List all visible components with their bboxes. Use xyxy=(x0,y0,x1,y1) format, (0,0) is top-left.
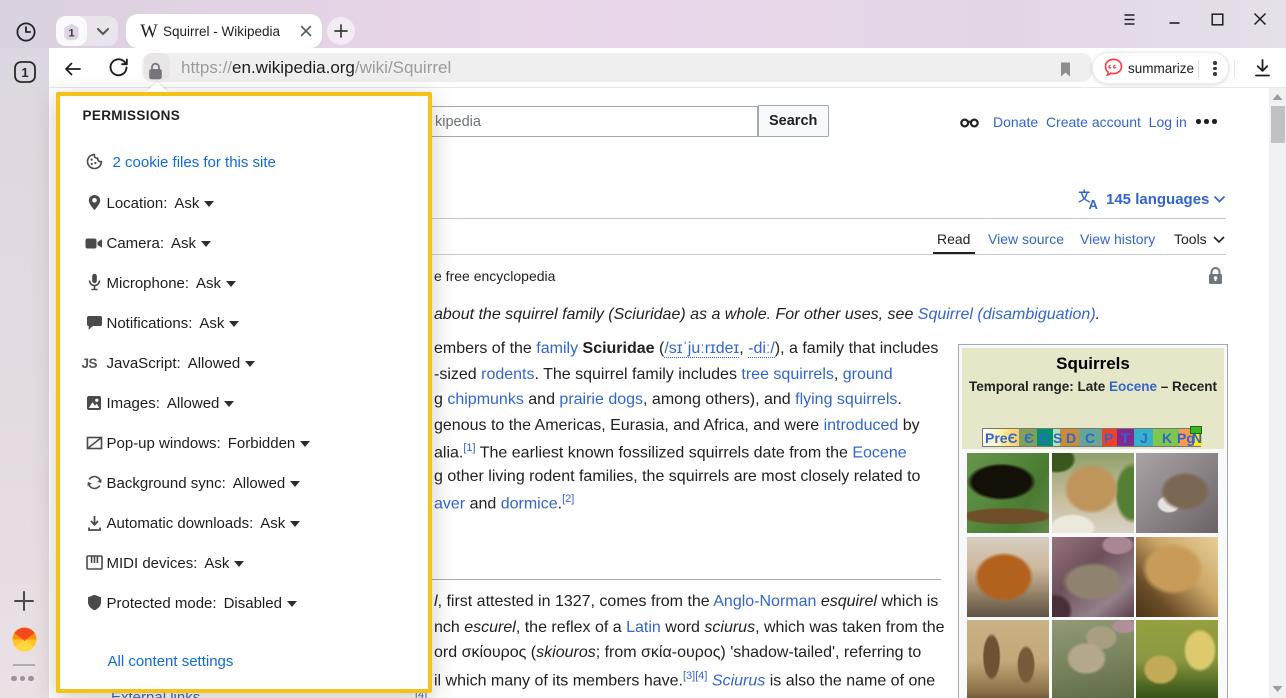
svg-text:A: A xyxy=(1089,197,1099,210)
svg-text:1: 1 xyxy=(68,28,74,40)
svg-text:1: 1 xyxy=(21,65,28,80)
